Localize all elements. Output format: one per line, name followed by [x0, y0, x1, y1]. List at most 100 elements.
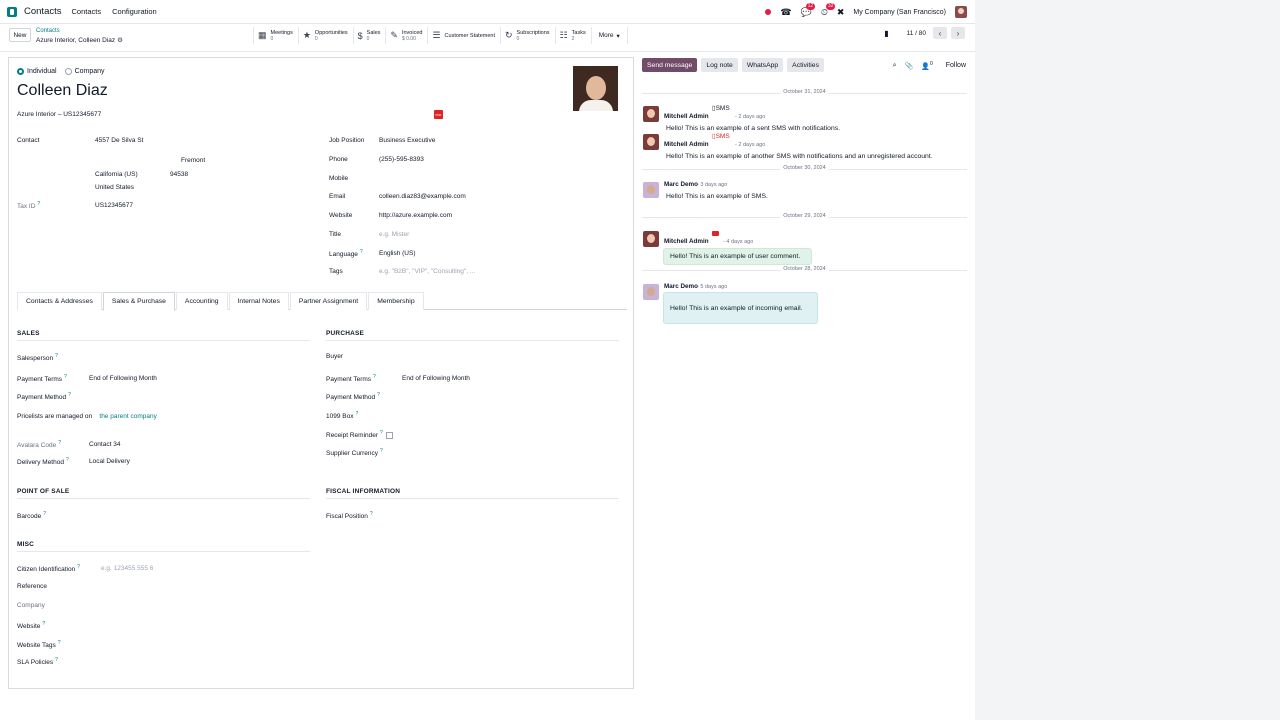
smart-button-customer-statement[interactable]: ☰ Customer Statement	[427, 27, 500, 44]
parent-company-link[interactable]: the parent company	[99, 413, 156, 420]
message-time: - 3 days ago	[697, 182, 728, 188]
street-field[interactable]: 4557 De Silva St	[95, 137, 143, 144]
radio-individual[interactable]: Individual	[17, 68, 57, 75]
partner-photo[interactable]	[573, 66, 618, 111]
delivery-method-field[interactable]: Local Delivery	[89, 458, 130, 465]
smart-button-label: Customer Statement	[444, 32, 495, 39]
smart-button-tasks[interactable]: ☷ Tasks 2	[554, 27, 591, 44]
email-field[interactable]: colleen.diaz83@example.com	[379, 193, 466, 200]
citizen-id-field[interactable]: e.g. 123455 555 6	[101, 565, 153, 572]
follow-button[interactable]: Follow	[946, 62, 966, 69]
country-field[interactable]: United States	[95, 184, 134, 191]
avalara-field[interactable]: Contact 34	[89, 441, 120, 448]
message-author[interactable]: Marc Demo	[664, 283, 698, 290]
purchase-payment-terms-field[interactable]: End of Following Month	[402, 375, 470, 382]
avatar[interactable]	[643, 231, 659, 247]
pager-next-button[interactable]: ›	[951, 27, 965, 39]
pager-previous-button[interactable]: ‹	[933, 27, 947, 39]
state-field[interactable]: California (US)	[95, 171, 138, 178]
tab-internal-notes[interactable]: Internal Notes	[228, 292, 289, 310]
pdf-icon[interactable]: PDF	[434, 110, 443, 119]
search-icon[interactable]: ⌕	[893, 62, 897, 70]
messages-icon[interactable]: 💬 12	[801, 2, 816, 18]
paperclip-icon[interactable]: 📎	[905, 62, 914, 70]
bookmark-icon[interactable]: ▮	[884, 29, 888, 38]
list-icon: ☰	[432, 30, 441, 40]
avatar[interactable]	[643, 134, 659, 150]
date-separator: October 28, 2024	[642, 266, 967, 274]
smart-button-meetings[interactable]: ▦ Meetings 0	[253, 27, 298, 44]
radio-company-label: Company	[74, 68, 105, 75]
new-button[interactable]: New	[9, 28, 31, 42]
debug-tools-icon[interactable]: ✖	[837, 7, 845, 18]
user-avatar[interactable]	[955, 6, 967, 18]
mobile-label: Mobile	[329, 175, 349, 182]
title-field[interactable]: e.g. Mister	[379, 231, 409, 238]
tags-field[interactable]: e.g. "B2B", "VIP", "Consulting", ...	[379, 268, 475, 275]
breadcrumb-parent[interactable]: Contacts	[36, 28, 60, 34]
pos-heading: POINT OF SALE	[17, 488, 70, 495]
smart-button-invoiced[interactable]: ✎ Invoiced $ 0.00	[385, 27, 427, 44]
envelope-icon	[712, 231, 719, 236]
top-navbar: Contacts Contacts Configuration ☎ 💬 12 ⏲ 3…	[0, 0, 975, 24]
smart-button-sales[interactable]: $ Sales 0	[352, 27, 386, 44]
tab-sales-purchase[interactable]: Sales & Purchase	[102, 292, 175, 311]
tab-accounting[interactable]: Accounting	[175, 292, 228, 310]
app-name[interactable]: Contacts	[24, 6, 62, 17]
caret-down-icon: ▾	[616, 32, 620, 40]
pager-value[interactable]: 11 / 80	[907, 30, 926, 37]
sms-tag: ▯SMS	[712, 105, 730, 112]
zip-field[interactable]: 94538	[170, 171, 188, 178]
send-message-button[interactable]: Send message	[642, 58, 698, 72]
avatar[interactable]	[643, 182, 659, 198]
recording-indicator-icon[interactable]	[765, 9, 772, 15]
job-position-field[interactable]: Business Executive	[379, 137, 435, 144]
city-field[interactable]: Fremont	[181, 157, 205, 164]
more-button[interactable]: More ▾	[590, 27, 628, 44]
partner-subtitle[interactable]: Azure Interior – US12345677	[17, 111, 101, 118]
purchase-payment-method-label: Payment Method?	[326, 392, 380, 402]
avatar[interactable]	[643, 106, 659, 122]
message-author[interactable]: Mitchell Admin	[664, 141, 709, 148]
phone-label: Phone	[329, 156, 348, 163]
message-author[interactable]: Mitchell Admin	[664, 113, 709, 120]
tax-id-label: Tax ID?	[17, 201, 41, 211]
phone-icon[interactable]: ☎	[780, 7, 791, 18]
smart-button-opportunities[interactable]: ★ Opportunities 0	[297, 27, 353, 44]
radio-company[interactable]: Company	[64, 68, 105, 75]
sales-divider	[17, 340, 310, 341]
notebook-tabs: Contacts & Addresses Sales & Purchase Acco…	[17, 292, 627, 311]
breadcrumb-current: Azure Interior, Colleen Diaz ⚙	[36, 36, 123, 44]
contacts-app-icon[interactable]	[7, 6, 17, 17]
phone-field[interactable]: (255)-595-8393	[379, 156, 424, 163]
message-author[interactable]: Mitchell Admin	[664, 238, 709, 245]
message-author[interactable]: Marc Demo	[664, 181, 698, 188]
partner-name-field[interactable]: Colleen Diaz	[17, 82, 108, 100]
activities-icon[interactable]: ⏲ 32	[821, 2, 836, 18]
menu-configuration[interactable]: Configuration	[112, 7, 157, 16]
receipt-reminder-checkbox[interactable]	[385, 431, 393, 439]
gear-icon[interactable]: ⚙	[117, 37, 123, 44]
tab-partner-assignment[interactable]: Partner Assignment	[289, 292, 368, 310]
smart-button-subscriptions[interactable]: ↻ Subscriptions 0	[499, 27, 555, 44]
tax-id-field[interactable]: US12345677	[95, 202, 133, 209]
avatar[interactable]	[643, 284, 659, 300]
chatter-tools: ⌕ 📎 👤0 Follow	[893, 61, 966, 70]
app: Contacts Contacts Configuration ☎ 💬 12 ⏲ 3…	[0, 0, 975, 720]
sales-payment-terms-label: Payment Terms?	[17, 374, 67, 384]
radio-individual-label: Individual	[27, 68, 57, 75]
language-field[interactable]: English (US)	[379, 250, 415, 257]
sales-payment-terms-field[interactable]: End of Following Month	[89, 375, 157, 382]
company-switcher[interactable]: My Company (San Francisco)	[853, 9, 946, 16]
activities-button[interactable]: Activities	[787, 58, 824, 72]
tab-contacts-addresses[interactable]: Contacts & Addresses	[17, 292, 102, 310]
log-note-button[interactable]: Log note	[701, 58, 738, 72]
followers-icon[interactable]: 👤0	[921, 61, 933, 70]
website-field[interactable]: http://azure.example.com	[379, 212, 452, 219]
whatsapp-button[interactable]: WhatsApp	[741, 58, 784, 72]
supplier-currency-label: Supplier Currency?	[326, 448, 383, 458]
purchase-payment-terms-label: Payment Terms?	[326, 374, 376, 384]
tab-membership[interactable]: Membership	[368, 292, 424, 310]
tags-label: Tags	[329, 268, 343, 275]
menu-contacts[interactable]: Contacts	[72, 7, 102, 16]
